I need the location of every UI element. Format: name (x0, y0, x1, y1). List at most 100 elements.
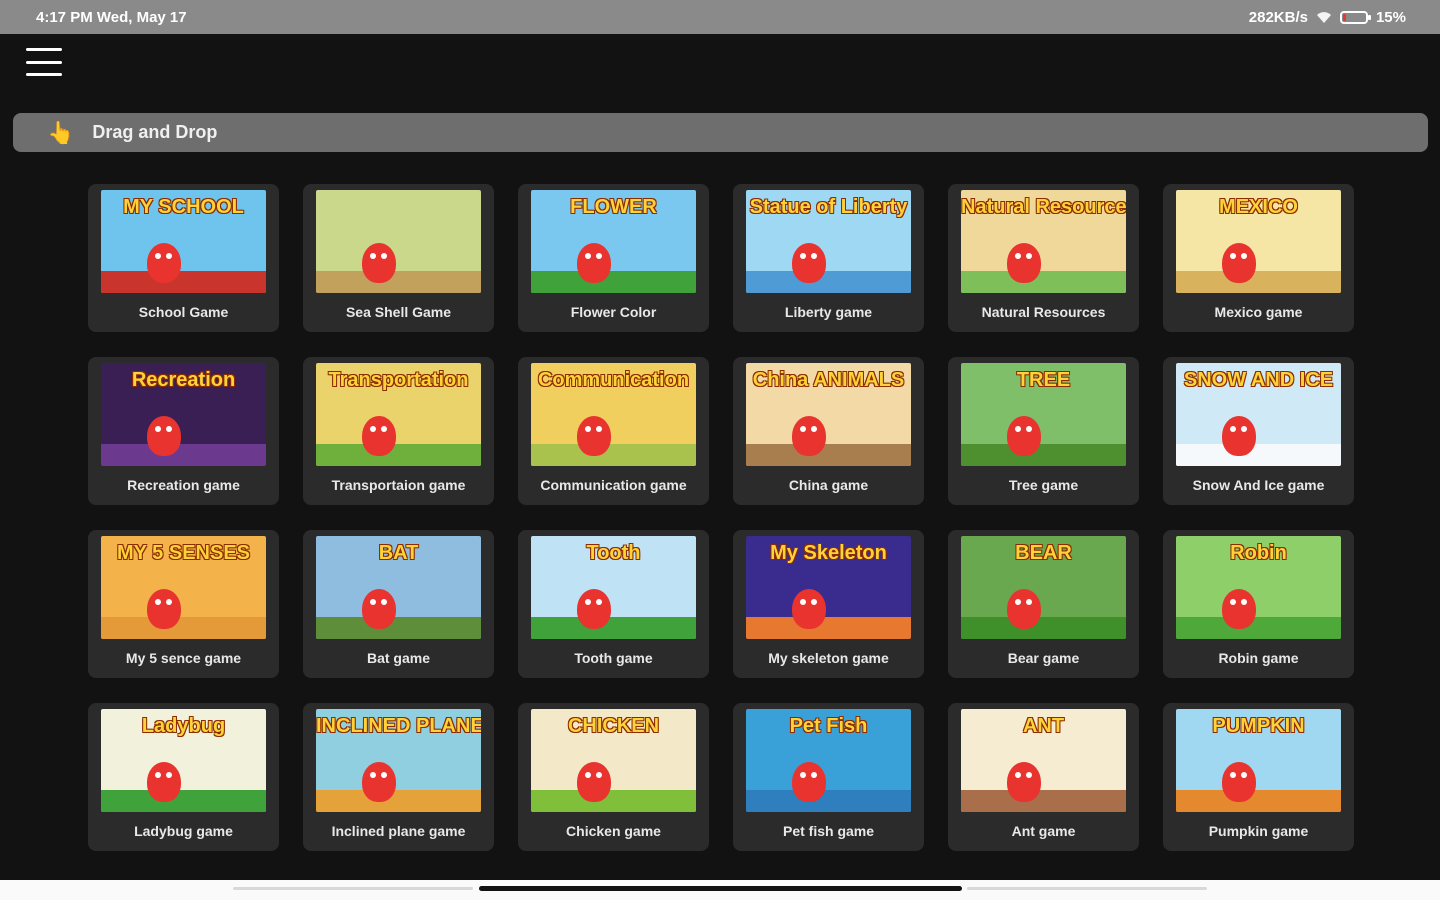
battery-icon (1339, 10, 1371, 24)
game-card-label: Tooth game (574, 650, 653, 666)
thumbnail-banner-text: SNOW AND ICE (1183, 369, 1334, 391)
thumbnail-ground (746, 617, 911, 639)
battery-percent: 15% (1375, 8, 1406, 26)
game-thumbnail: MEXICO (1176, 190, 1341, 293)
game-card[interactable]: TREE Tree game (948, 357, 1139, 505)
game-card-label: Bat game (366, 650, 431, 666)
game-card-label: Flower Color (570, 304, 657, 320)
game-card[interactable]: BEAR Bear game (948, 530, 1139, 678)
game-thumbnail: SNOW AND ICE (1176, 363, 1341, 466)
game-card[interactable]: Communication Communication game (518, 357, 709, 505)
game-thumbnail: MY SCHOOL (101, 190, 266, 293)
nav-divider-right (967, 887, 1207, 890)
red-mascot-icon (147, 416, 181, 456)
game-card[interactable]: Recreation Recreation game (88, 357, 279, 505)
game-card[interactable]: Sea Shell Game (303, 184, 494, 332)
red-mascot-icon (147, 589, 181, 629)
game-thumbnail: FLOWER (531, 190, 696, 293)
game-card-label: Communication game (540, 477, 687, 493)
thumbnail-banner-text: Transportation (328, 369, 469, 391)
game-card-label: Tree game (1008, 477, 1079, 493)
drag-and-drop-bar[interactable]: 👆 Drag and Drop (13, 113, 1428, 152)
menu-line (26, 73, 62, 76)
home-gesture-handle[interactable] (479, 886, 962, 891)
game-card[interactable]: BAT Bat game (303, 530, 494, 678)
red-mascot-icon (1007, 243, 1041, 283)
thumbnail-banner-text: TREE (1016, 369, 1071, 391)
game-card-label: Robin game (1218, 650, 1299, 666)
red-mascot-icon (1222, 416, 1256, 456)
game-card-label: Bear game (1007, 650, 1080, 666)
thumbnail-banner-text: CHICKEN (567, 715, 660, 737)
game-thumbnail: Pet Fish (746, 709, 911, 812)
game-card-label: My skeleton game (768, 650, 889, 666)
red-mascot-icon (362, 762, 396, 802)
game-card-label: School Game (138, 304, 229, 320)
game-card[interactable]: Statue of Liberty Liberty game (733, 184, 924, 332)
game-card-label: Transportaion game (331, 477, 466, 493)
network-speed: 282KB/s (1248, 8, 1308, 26)
red-mascot-icon (792, 416, 826, 456)
game-card[interactable]: PUMPKIN Pumpkin game (1163, 703, 1354, 851)
thumbnail-ground (531, 444, 696, 466)
game-card[interactable]: MY 5 SENSES My 5 sence game (88, 530, 279, 678)
thumbnail-ground (316, 617, 481, 639)
game-thumbnail: Tooth (531, 536, 696, 639)
thumbnail-ground (531, 790, 696, 812)
red-mascot-icon (792, 762, 826, 802)
game-card[interactable]: INCLINED PLANE Inclined plane game (303, 703, 494, 851)
game-card[interactable]: Ladybug Ladybug game (88, 703, 279, 851)
game-card[interactable]: Pet Fish Pet fish game (733, 703, 924, 851)
game-thumbnail: MY 5 SENSES (101, 536, 266, 639)
thumbnail-ground (101, 790, 266, 812)
thumbnail-ground (1176, 444, 1341, 466)
game-card-label: Ant game (1011, 823, 1076, 839)
red-mascot-icon (147, 243, 181, 283)
game-thumbnail: My Skeleton (746, 536, 911, 639)
thumbnail-banner-text: China ANIMALS (752, 369, 905, 391)
game-card[interactable]: CHICKEN Chicken game (518, 703, 709, 851)
status-right: 282KB/s 15% (1249, 9, 1406, 26)
thumbnail-banner-text: Statue of Liberty (749, 196, 908, 218)
thumbnail-ground (1176, 790, 1341, 812)
game-card[interactable]: Robin Robin game (1163, 530, 1354, 678)
game-card[interactable]: MEXICO Mexico game (1163, 184, 1354, 332)
game-thumbnail: TREE (961, 363, 1126, 466)
hamburger-menu-icon[interactable] (26, 48, 62, 76)
thumbnail-ground (101, 271, 266, 293)
thumbnail-ground (961, 271, 1126, 293)
thumbnail-banner-text: Pet Fish (789, 715, 868, 737)
thumbnail-banner-text: MEXICO (1219, 196, 1298, 218)
menu-line (26, 48, 62, 51)
game-card[interactable]: SNOW AND ICE Snow And Ice game (1163, 357, 1354, 505)
thumbnail-banner-text: Communication (537, 369, 690, 391)
game-thumbnail: Statue of Liberty (746, 190, 911, 293)
thumbnail-ground (746, 271, 911, 293)
thumbnail-banner-text: FLOWER (570, 196, 657, 218)
game-card[interactable]: Transportation Transportaion game (303, 357, 494, 505)
game-thumbnail: BEAR (961, 536, 1126, 639)
game-card[interactable]: Natural Resources Natural Resources (948, 184, 1139, 332)
thumbnail-ground (961, 617, 1126, 639)
game-card-label: Chicken game (566, 823, 661, 839)
thumbnail-ground (746, 444, 911, 466)
red-mascot-icon (1007, 589, 1041, 629)
game-card[interactable]: ANT Ant game (948, 703, 1139, 851)
thumbnail-banner-text: ANT (1022, 715, 1065, 737)
thumbnail-banner-text: PUMPKIN (1212, 715, 1305, 737)
game-card[interactable]: Tooth Tooth game (518, 530, 709, 678)
game-thumbnail: Ladybug (101, 709, 266, 812)
game-card[interactable]: FLOWER Flower Color (518, 184, 709, 332)
game-grid: MY SCHOOL School Game Sea Shell Game FLOWER… (88, 184, 1354, 851)
game-card[interactable]: My Skeleton My skeleton game (733, 530, 924, 678)
game-card[interactable]: China ANIMALS China game (733, 357, 924, 505)
status-time-date: 4:17 PM Wed, May 17 (36, 8, 187, 26)
thumbnail-ground (1176, 271, 1341, 293)
game-thumbnail: Recreation (101, 363, 266, 466)
game-card-label: Snow And Ice game (1192, 477, 1325, 493)
game-thumbnail: Natural Resources (961, 190, 1126, 293)
thumbnail-ground (531, 617, 696, 639)
game-card[interactable]: MY SCHOOL School Game (88, 184, 279, 332)
red-mascot-icon (362, 589, 396, 629)
thumbnail-ground (961, 790, 1126, 812)
